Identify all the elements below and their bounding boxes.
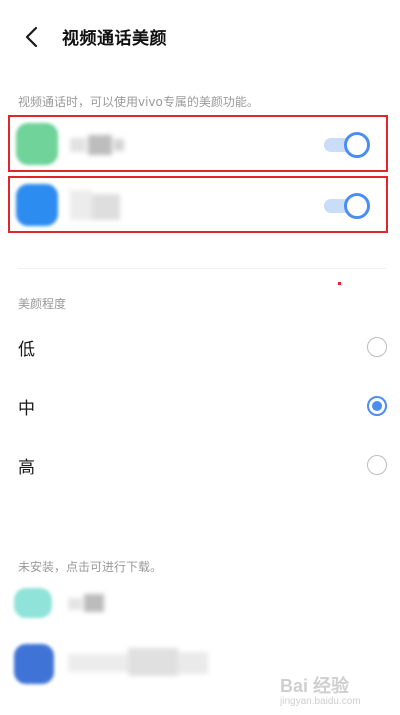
- app-toggle-2[interactable]: [324, 193, 370, 219]
- toggle-knob: [344, 193, 370, 219]
- app-icon: [14, 588, 52, 618]
- app-name-blurred: [70, 190, 130, 220]
- radio-button[interactable]: [367, 455, 387, 475]
- level-option-low[interactable]: 低: [0, 319, 400, 375]
- app-name-blurred: [68, 594, 118, 614]
- app-icon: [16, 184, 58, 226]
- level-option-mid[interactable]: 中: [0, 378, 400, 434]
- level-option-label: 中: [18, 399, 35, 419]
- uninstalled-app-row-1[interactable]: [0, 576, 400, 632]
- level-option-high[interactable]: 高: [0, 437, 400, 493]
- watermark-sub: jingyan.baidu.com: [280, 696, 361, 707]
- page-title: 视频通话美颜: [62, 29, 167, 49]
- divider: [18, 268, 386, 269]
- toggle-knob: [344, 132, 370, 158]
- level-section-label: 美颜程度: [18, 297, 67, 311]
- app-name-blurred: [70, 135, 142, 155]
- app-toggle-1[interactable]: [324, 132, 370, 158]
- app-row-1: [8, 115, 388, 172]
- app-row-2: [8, 176, 388, 233]
- intro-text: 视频通话时，可以使用vivo专属的美颜功能。: [18, 95, 259, 109]
- red-dot: [338, 282, 341, 285]
- level-option-label: 高: [18, 458, 35, 478]
- header: 视频通话美颜: [0, 0, 400, 72]
- app-icon: [16, 123, 58, 165]
- install-section-label: 未安装，点击可进行下载。: [18, 560, 163, 574]
- app-icon: [14, 644, 54, 684]
- level-option-label: 低: [18, 340, 35, 360]
- radio-button-selected[interactable]: [367, 396, 387, 416]
- app-name-blurred: [68, 648, 208, 676]
- radio-button[interactable]: [367, 337, 387, 357]
- watermark-text: Bai 经验: [280, 676, 350, 696]
- watermark: Bai 经验 jingyan.baidu.com: [280, 672, 361, 707]
- chevron-left-icon: [25, 26, 38, 48]
- back-button[interactable]: [18, 22, 48, 52]
